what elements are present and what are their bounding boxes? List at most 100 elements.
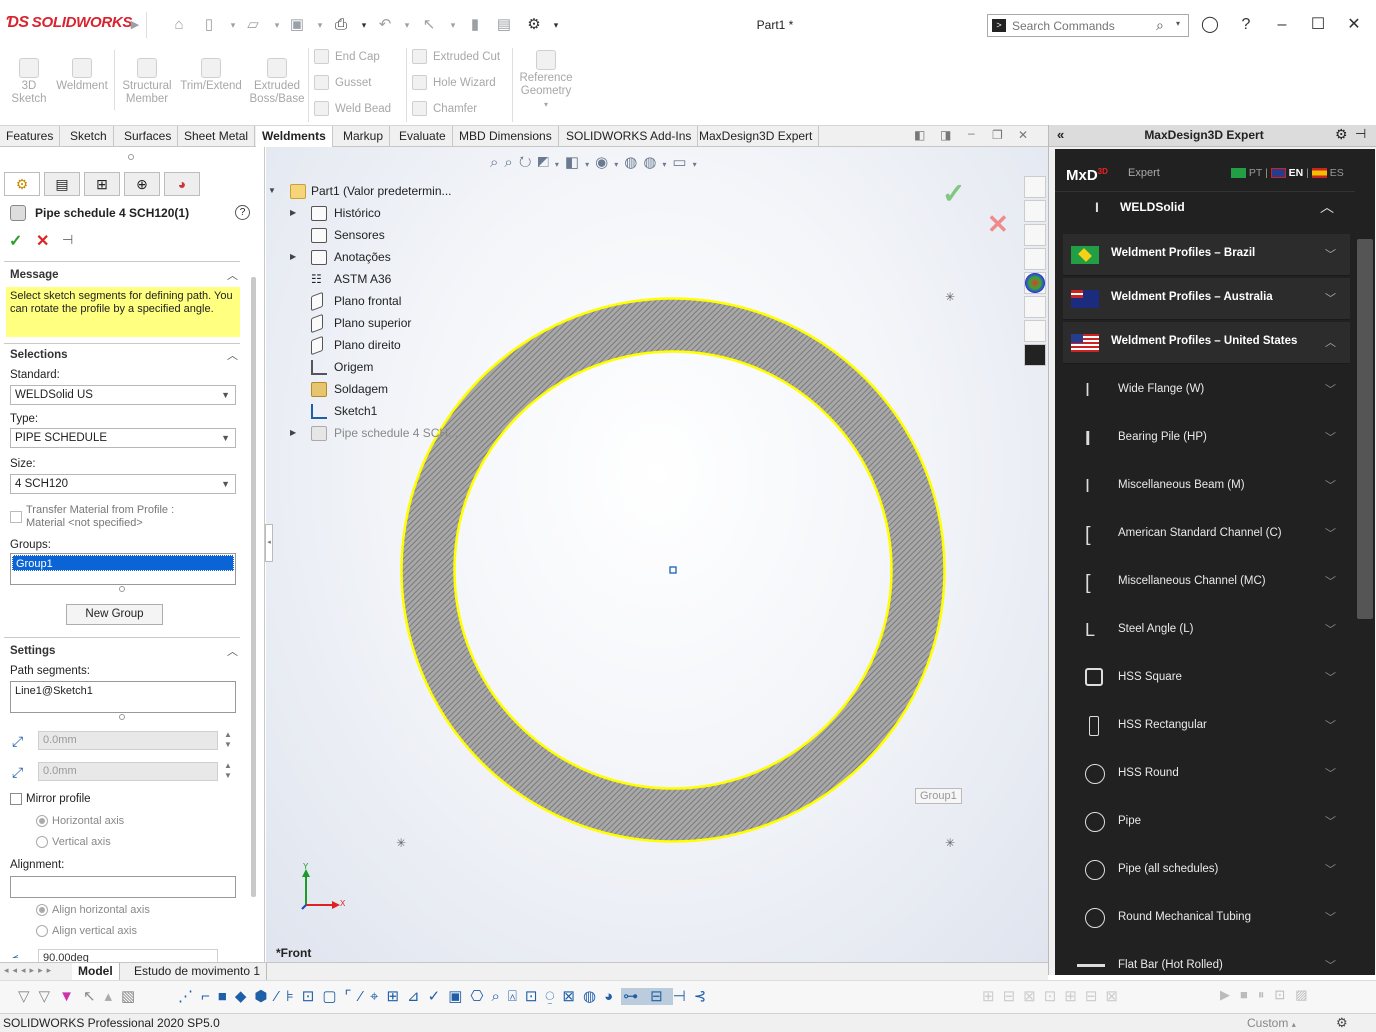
list-resize-handle[interactable] [119,586,125,592]
select-dropdown-icon[interactable]: ▾ [444,16,462,34]
horizontal-axis-radio[interactable] [36,815,48,827]
offset-2-input[interactable]: 0.0mm [38,762,218,781]
expand-menu-icon[interactable]: ▶ [126,16,144,34]
type-select[interactable]: PIPE SCHEDULE ▼ [10,428,236,448]
expand-icon[interactable]: ▶ [290,423,300,443]
snap-toolbar[interactable]: ⋰⌐■◆⬢⁄⊧⊡▢⌜⁄⌖⊞⊿✓▣⎔⌕⍓⊡⍜⊠◍◕ ⊶ ⊟ ⊣⊰ [178,987,714,1005]
rebuild-icon[interactable]: ▮ [466,16,484,34]
chamfer-button[interactable]: Chamfer [412,99,477,119]
alignment-input[interactable] [10,876,236,898]
offset-1-spinner[interactable]: ▲ ▼ [224,730,232,750]
task-pane-home-icon[interactable] [1024,200,1046,222]
end-cap-button[interactable]: End Cap [314,47,380,67]
transfer-material-checkbox[interactable] [10,511,22,523]
collapse-selections-icon[interactable]: ︿ [227,347,238,363]
units-selector[interactable]: Custom ▴ [1247,1016,1296,1030]
offset-1-input[interactable]: 0.0mm [38,731,218,750]
language-selector[interactable]: PT | EN | ES [1231,167,1344,179]
doc-restore-button[interactable]: ❐ [992,128,1003,142]
region-australia[interactable]: Weldment Profiles – Australia ﹀ [1063,278,1350,320]
collapse-icon[interactable]: ▼ [268,181,278,201]
pushpin-icon[interactable]: ⊣ [62,232,73,248]
hole-wizard-button[interactable]: Hole Wizard [412,73,496,93]
undo-dropdown-icon[interactable]: ▾ [398,16,416,34]
mirror-profile-checkbox[interactable] [10,793,22,805]
profile-steel-angle[interactable]: L Steel Angle (L) ﹀ [1063,606,1350,654]
weld-bead-button[interactable]: Weld Bead [314,99,391,119]
tab-configuration-manager-icon[interactable]: ⊞ [84,172,120,196]
task-pane-custom-properties-icon[interactable] [1024,296,1046,318]
save-icon[interactable]: ▣ [288,16,306,34]
new-dropdown-icon[interactable]: ▾ [224,16,242,34]
tab-evaluate[interactable]: Evaluate [393,126,453,147]
standard-select[interactable]: WELDSolid US ▼ [10,385,236,405]
profile-misc-channel[interactable]: [Miscellaneous Channel (MC) ﹀ [1063,558,1350,606]
search-commands-box[interactable]: > ⌕ ▾ [987,14,1189,37]
solidworks-logo[interactable]: ƊS SOLIDWORKS [6,14,132,32]
profile-pipe[interactable]: Pipe ﹀ [1063,798,1350,846]
doc-close-button[interactable]: ✕ [1018,128,1028,142]
filter-toolbar[interactable]: ▽▽▼↖▴▧ [18,987,144,1005]
collapse-settings-icon[interactable]: ︿ [227,643,238,659]
flag-uk-icon[interactable] [1270,168,1286,179]
home-icon[interactable]: ⌂ [170,16,188,34]
close-window-button[interactable]: ✕ [1342,13,1366,37]
panel-scrollbar-thumb[interactable] [1357,239,1373,619]
flag-spain-icon[interactable] [1311,168,1327,179]
new-group-button[interactable]: New Group [66,604,163,625]
rebuild-status-icon[interactable]: ⚙ [1336,1015,1348,1031]
open-icon[interactable]: ▱ [244,16,262,34]
print-icon[interactable]: ⎙ [332,16,350,34]
minimize-button[interactable]: – [1270,13,1294,37]
region-united-states[interactable]: Weldment Profiles – United States ︿ [1063,322,1350,364]
select-icon[interactable]: ↖ [420,16,438,34]
expand-icon[interactable]: ▶ [290,203,300,223]
reference-geometry-button[interactable]: Reference Geometry ▾ [516,50,576,111]
task-pane-maxdesign-icon[interactable] [1024,344,1046,366]
help-icon[interactable]: ? [235,205,250,220]
tab-weldments[interactable]: Weldments [256,126,333,147]
search-dropdown-icon[interactable]: ▾ [1176,19,1180,28]
rotation-angle-input[interactable]: 90.00deg [38,949,218,962]
profile-bearing-pile[interactable]: I Bearing Pile (HP) ﹀ [1063,414,1350,462]
profile-round-mechanical-tubing[interactable]: Round Mechanical Tubing ﹀ [1063,894,1350,942]
tab-sheet-metal[interactable]: Sheet Metal [178,126,256,147]
tab-markup[interactable]: Markup [337,126,391,147]
align-horizontal-radio[interactable] [36,904,48,916]
task-pane-solidworks-forum-icon[interactable] [1024,320,1046,342]
pane-settings-icon[interactable]: ⚙ [1335,126,1348,143]
tab-solidworks-add-ins[interactable]: SOLIDWORKS Add-Ins [560,126,699,147]
tab-sketch[interactable]: Sketch [64,126,114,147]
expand-icon[interactable]: ▶ [290,247,300,267]
task-pane-appearances-icon[interactable] [1024,272,1046,294]
tile-right-icon[interactable]: ◨ [940,128,951,142]
weldment-button[interactable]: Weldment [54,58,110,93]
trim-extend-button[interactable]: Trim/Extend [178,58,244,93]
tab-maxdesign3d-expert[interactable]: MaxDesign3D Expert [693,126,820,147]
task-pane-design-library-icon[interactable] [1024,224,1046,246]
path-point-marker[interactable] [669,566,677,574]
pm-scrollbar[interactable] [251,277,256,897]
region-brazil[interactable]: Weldment Profiles – Brazil ﹀ [1063,234,1350,276]
profile-pipe-all-schedules[interactable]: Pipe (all schedules) ﹀ [1063,846,1350,894]
maximize-button[interactable]: ☐ [1306,13,1330,37]
collapse-section-icon[interactable]: ︿ [1320,197,1334,217]
offset-2-spinner[interactable]: ▲ ▼ [224,761,232,781]
tab-property-manager-icon[interactable]: ▤ [44,172,80,196]
tab-display-manager-icon[interactable]: ◕ [164,172,200,196]
pane-pin-icon[interactable]: ⊣ [1355,126,1366,142]
path-segments-list[interactable]: Line1@Sketch1 [10,681,236,713]
options-dropdown-icon[interactable]: ▾ [547,16,565,34]
task-pane-open-icon[interactable] [1024,176,1046,198]
tab-motion-study[interactable]: Estudo de movimento 1 [128,963,268,980]
doc-minimize-button[interactable]: – [968,126,975,140]
file-properties-icon[interactable]: ▤ [495,16,513,34]
panel-collapse-handle[interactable]: ◂ [265,524,273,562]
align-vertical-radio[interactable] [36,925,48,937]
groups-list[interactable]: Group1 [10,553,236,585]
help-icon[interactable]: ? [1234,13,1258,37]
tab-features[interactable]: Features [0,126,61,147]
print-dropdown-icon[interactable]: ▾ [355,16,373,34]
task-pane-file-explorer-icon[interactable] [1024,248,1046,270]
search-icon[interactable]: ⌕ [1156,17,1164,34]
